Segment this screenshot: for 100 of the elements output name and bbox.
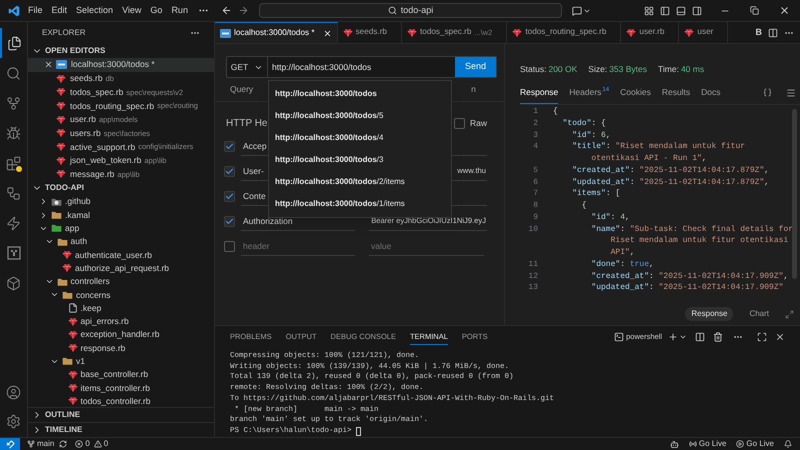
checkbox[interactable] bbox=[224, 216, 235, 227]
letter-button[interactable]: B bbox=[756, 26, 762, 40]
account-icon[interactable] bbox=[6, 385, 21, 400]
search-icon[interactable] bbox=[6, 66, 21, 80]
checkbox[interactable] bbox=[224, 141, 235, 152]
lightning-icon[interactable] bbox=[6, 216, 21, 230]
back-icon[interactable] bbox=[221, 5, 232, 16]
search-field[interactable]: todo-api bbox=[259, 3, 562, 18]
panel-left-icon[interactable] bbox=[660, 6, 670, 16]
forward-icon[interactable] bbox=[238, 5, 249, 16]
chat-icon[interactable] bbox=[572, 6, 582, 16]
menu-item[interactable]: Run bbox=[171, 4, 188, 18]
source-control-icon[interactable] bbox=[6, 96, 21, 110]
braces-icon[interactable] bbox=[763, 88, 772, 97]
suggestion-item[interactable]: http://localhost:3000/todos/1/items bbox=[269, 193, 451, 215]
folder-name[interactable]: app bbox=[65, 222, 80, 235]
layout-icon[interactable] bbox=[644, 6, 654, 16]
menu-item[interactable]: Selection bbox=[76, 4, 114, 18]
response-tab[interactable]: Cookies bbox=[620, 81, 651, 104]
go-live-button[interactable]: Go Live bbox=[688, 438, 726, 450]
response-tab[interactable]: Headers$^{14}$ bbox=[569, 81, 610, 104]
problems-button[interactable]: 0 0 bbox=[75, 438, 108, 450]
menu-item[interactable]: File bbox=[28, 4, 43, 18]
response-tab[interactable]: Docs bbox=[701, 81, 721, 104]
request-tab[interactable]: n bbox=[471, 83, 476, 96]
editor-tab[interactable]: localhost:3000/todos * bbox=[215, 22, 338, 43]
checkbox[interactable] bbox=[224, 166, 235, 177]
file-name[interactable]: .keep bbox=[80, 302, 102, 315]
suggestion-item[interactable]: http://localhost:3000/todos/5 bbox=[269, 105, 451, 127]
chevron-down-icon[interactable] bbox=[679, 333, 687, 341]
remote-explorer-icon[interactable] bbox=[6, 186, 21, 200]
panel-right-icon[interactable] bbox=[692, 6, 702, 16]
restore-icon[interactable] bbox=[750, 6, 759, 15]
header-name-field[interactable]: header bbox=[241, 238, 355, 256]
sync-icon[interactable] bbox=[59, 440, 68, 448]
extensions-icon[interactable] bbox=[6, 156, 21, 170]
close-icon[interactable] bbox=[44, 60, 53, 70]
close-icon[interactable] bbox=[322, 28, 332, 38]
files-icon[interactable] bbox=[7, 36, 22, 50]
branch-button[interactable]: main bbox=[27, 438, 54, 450]
editor-tab[interactable]: todos_routing_spec.rb bbox=[507, 22, 622, 43]
file-name[interactable]: exception_handler.rb bbox=[80, 328, 160, 342]
checkbox[interactable] bbox=[224, 241, 235, 252]
file-name[interactable]: base_controller.rb bbox=[80, 368, 148, 382]
chevron-right-icon[interactable] bbox=[39, 210, 48, 220]
file-name[interactable]: response.rb bbox=[80, 342, 126, 354]
suggestion-item[interactable]: http://localhost:3000/todos bbox=[269, 83, 451, 105]
bot-icon[interactable] bbox=[670, 440, 679, 448]
view-toggle[interactable]: Chart bbox=[743, 307, 775, 321]
response-tab[interactable]: Response bbox=[520, 81, 558, 104]
suggestion-item[interactable]: http://localhost:3000/todos/4 bbox=[269, 127, 451, 149]
new-terminal-icon[interactable] bbox=[668, 332, 678, 342]
box-icon[interactable] bbox=[6, 276, 21, 290]
folder-name[interactable]: v1 bbox=[76, 355, 85, 368]
menu-item[interactable]: Go bbox=[150, 4, 162, 18]
chevron-right-icon[interactable] bbox=[39, 197, 48, 206]
menu-item[interactable]: View bbox=[122, 4, 142, 18]
section-title[interactable]: TIMELINE bbox=[45, 424, 82, 436]
folder-name[interactable]: concerns bbox=[76, 288, 110, 302]
notifications-icon[interactable] bbox=[784, 440, 792, 448]
checkbox[interactable] bbox=[454, 118, 465, 128]
section-title[interactable]: TODO-API bbox=[45, 182, 84, 194]
editor-tab[interactable]: seeds.rb bbox=[338, 22, 402, 43]
response-tab[interactable]: Results bbox=[662, 81, 690, 104]
close-icon[interactable] bbox=[775, 332, 785, 342]
split-terminal-icon[interactable] bbox=[695, 332, 705, 342]
remote-button[interactable] bbox=[0, 438, 20, 450]
section-title[interactable]: OPEN EDITORS bbox=[45, 45, 106, 57]
suggestion-item[interactable]: http://localhost:3000/todos/3 bbox=[269, 149, 451, 171]
open-editor-item[interactable]: localhost:3000/todos * bbox=[28, 58, 214, 72]
close-icon[interactable] bbox=[779, 5, 790, 16]
menu-item[interactable]: Edit bbox=[52, 4, 68, 18]
view-toggle[interactable]: Response bbox=[685, 307, 734, 321]
maximize-icon[interactable] bbox=[757, 332, 767, 342]
expand-icon[interactable] bbox=[785, 310, 794, 318]
editor-tab[interactable]: user bbox=[679, 22, 728, 43]
menu-icon[interactable] bbox=[786, 88, 796, 98]
file-name[interactable]: todos_controller.rb bbox=[80, 394, 150, 407]
section-title[interactable]: OUTLINE bbox=[45, 409, 80, 421]
panel-bottom-icon[interactable] bbox=[676, 6, 686, 16]
settings-icon[interactable] bbox=[6, 414, 21, 429]
editor-tab[interactable]: user.rb bbox=[621, 22, 680, 43]
folder-name[interactable]: .github bbox=[65, 195, 91, 208]
folder-name[interactable]: auth bbox=[70, 235, 88, 248]
go-live-button[interactable]: Go Live bbox=[736, 438, 774, 450]
suggestion-item[interactable]: http://localhost:3000/todos/2/items bbox=[269, 171, 451, 193]
pixel-face-icon[interactable] bbox=[6, 246, 20, 260]
run-debug-icon[interactable] bbox=[6, 126, 21, 140]
file-name[interactable]: authorize_api_request.rb bbox=[75, 262, 170, 275]
file-name[interactable]: api_errors.rb bbox=[80, 315, 129, 328]
split-editor-icon[interactable] bbox=[768, 28, 778, 38]
file-name[interactable]: authenticate_user.rb bbox=[75, 248, 152, 262]
checkbox-label[interactable]: Raw bbox=[470, 116, 487, 130]
request-tab[interactable]: Query bbox=[230, 83, 254, 96]
folder-name[interactable]: .kamal bbox=[65, 208, 90, 222]
trash-icon[interactable] bbox=[713, 332, 723, 342]
checkbox[interactable] bbox=[224, 191, 235, 202]
file-name[interactable]: items_controller.rb bbox=[80, 382, 150, 394]
header-value-field[interactable]: value bbox=[369, 238, 484, 256]
folder-name[interactable]: controllers bbox=[70, 275, 110, 288]
